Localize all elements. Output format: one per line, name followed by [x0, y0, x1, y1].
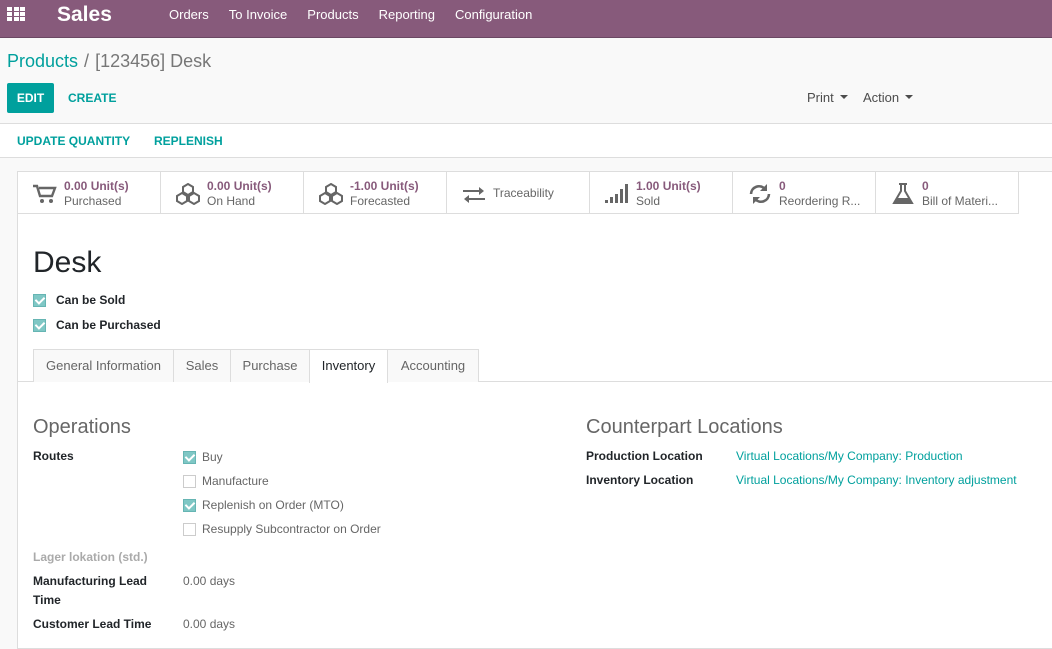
- tab-general-information[interactable]: General Information: [33, 349, 174, 382]
- menu-item-to-invoice[interactable]: To Invoice: [219, 0, 298, 30]
- routes-label: Routes: [33, 449, 74, 463]
- replenish-button[interactable]: REPLENISH: [154, 124, 223, 158]
- counterpart-locations-title: Counterpart Locations: [586, 416, 783, 438]
- smart-button-traceability[interactable]: Traceability: [447, 172, 590, 214]
- traceability-label: Traceability: [493, 186, 554, 200]
- edit-button[interactable]: EDIT: [7, 83, 54, 113]
- update-quantity-button[interactable]: UPDATE QUANTITY: [17, 124, 130, 158]
- tab-accounting[interactable]: Accounting: [387, 349, 479, 382]
- sold-value: 1.00 Unit(s): [636, 179, 701, 193]
- action-label: Action: [863, 90, 900, 105]
- route-manufacture-checkbox[interactable]: [183, 474, 196, 488]
- smart-button-sold[interactable]: 1.00 Unit(s) Sold: [590, 172, 733, 214]
- breadcrumb-current: [123456] Desk: [95, 51, 212, 71]
- breadcrumb-products-link[interactable]: Products: [7, 51, 78, 71]
- operations-title: Operations: [33, 416, 131, 438]
- can-be-purchased-label: Can be Purchased: [56, 318, 161, 332]
- can-be-sold-label: Can be Sold: [56, 293, 126, 307]
- print-label: Print: [807, 90, 834, 105]
- route-resupply-label: Resupply Subcontractor on Order: [202, 522, 381, 536]
- product-name: Desk: [33, 246, 102, 279]
- on-hand-value: 0.00 Unit(s): [207, 179, 272, 193]
- route-mto-checkbox[interactable]: [183, 498, 196, 512]
- flask-icon: [892, 183, 914, 204]
- form-statusbar: UPDATE QUANTITY REPLENISH: [0, 124, 1052, 158]
- can-be-purchased-checkbox[interactable]: [33, 318, 46, 332]
- route-resupply-checkbox[interactable]: [183, 522, 196, 536]
- smart-button-forecasted[interactable]: -1.00 Unit(s) Forecasted: [304, 172, 447, 214]
- customer-lead-label: Customer Lead Time: [33, 617, 152, 631]
- smart-button-purchased[interactable]: 0.00 Unit(s) Purchased: [18, 172, 161, 214]
- can-be-purchased-field: Can be Purchased: [33, 317, 161, 333]
- menu-item-configuration[interactable]: Configuration: [445, 0, 542, 30]
- top-navbar: Sales Orders To Invoice Products Reporti…: [0, 0, 1052, 38]
- production-location-link[interactable]: Virtual Locations/My Company: Production: [736, 447, 963, 466]
- tab-purchase[interactable]: Purchase: [230, 349, 310, 382]
- customer-lead-value[interactable]: 0.00 days: [183, 615, 235, 634]
- smart-button-reordering-rules[interactable]: 0 Reordering R...: [733, 172, 876, 214]
- reordering-rules-label: Reordering R...: [779, 194, 861, 208]
- notebook-tabs: General Information Sales Purchase Inven…: [18, 349, 1052, 383]
- create-button[interactable]: CREATE: [68, 83, 116, 113]
- cart-icon: [33, 184, 57, 203]
- manufacturing-lead-value[interactable]: 0.00 days: [183, 572, 235, 591]
- on-hand-label: On Hand: [207, 194, 256, 208]
- forecasted-value: -1.00 Unit(s): [350, 179, 419, 193]
- production-location-label: Production Location: [586, 449, 703, 463]
- refresh-icon: [749, 184, 771, 204]
- purchased-label: Purchased: [64, 194, 122, 208]
- sold-label: Sold: [636, 194, 661, 208]
- route-resupply-subcontractor: Resupply Subcontractor on Order: [183, 521, 381, 537]
- print-dropdown[interactable]: Print: [807, 83, 848, 113]
- route-buy-label: Buy: [202, 450, 223, 464]
- main-menu: Orders To Invoice Products Reporting Con…: [159, 0, 542, 30]
- tab-inventory[interactable]: Inventory: [309, 349, 388, 383]
- caret-down-icon: [905, 95, 914, 100]
- inventory-location-link[interactable]: Virtual Locations/My Company: Inventory …: [736, 471, 1017, 490]
- bom-label: Bill of Materi...: [922, 194, 999, 208]
- smart-button-bill-of-materials[interactable]: 0 Bill of Materi...: [876, 172, 1019, 214]
- menu-item-products[interactable]: Products: [297, 0, 368, 30]
- can-be-sold-field: Can be Sold: [33, 292, 125, 308]
- forecasted-label: Forecasted: [350, 194, 411, 208]
- route-buy-checkbox[interactable]: [183, 450, 196, 464]
- breadcrumb: Products / [123456] Desk: [7, 49, 211, 73]
- reordering-rules-value: 0: [779, 179, 786, 193]
- route-buy: Buy: [183, 449, 223, 465]
- menu-item-reporting[interactable]: Reporting: [369, 0, 445, 30]
- exchange-arrows-icon: [463, 187, 485, 203]
- bom-value: 0: [922, 179, 929, 193]
- purchased-value: 0.00 Unit(s): [64, 179, 129, 193]
- manufacturing-lead-label-line2: Time: [33, 593, 61, 607]
- route-mto-label: Replenish on Order (MTO): [202, 498, 344, 512]
- menu-item-orders[interactable]: Orders: [159, 0, 219, 30]
- form-sheet: 0.00 Unit(s) Purchased 0.00 Unit(s) On H…: [17, 171, 1052, 649]
- cubes-icon: [176, 183, 200, 205]
- cubes-icon: [319, 183, 343, 205]
- route-mto: Replenish on Order (MTO): [183, 497, 344, 513]
- smart-button-on-hand[interactable]: 0.00 Unit(s) On Hand: [161, 172, 304, 214]
- route-manufacture-label: Manufacture: [202, 474, 269, 488]
- breadcrumb-separator: /: [84, 51, 90, 71]
- apps-grid-icon[interactable]: [7, 7, 25, 21]
- lager-lokation-label: Lager lokation (std.): [33, 550, 148, 564]
- manufacturing-lead-label: Manufacturing Lead: [33, 574, 148, 588]
- signal-bars-icon: [605, 184, 628, 203]
- route-manufacture: Manufacture: [183, 473, 269, 489]
- caret-down-icon: [839, 95, 848, 100]
- inventory-location-label: Inventory Location: [586, 473, 694, 487]
- can-be-sold-checkbox[interactable]: [33, 293, 46, 307]
- tab-sales[interactable]: Sales: [173, 349, 231, 382]
- app-name[interactable]: Sales: [57, 2, 112, 28]
- action-dropdown[interactable]: Action: [863, 83, 914, 113]
